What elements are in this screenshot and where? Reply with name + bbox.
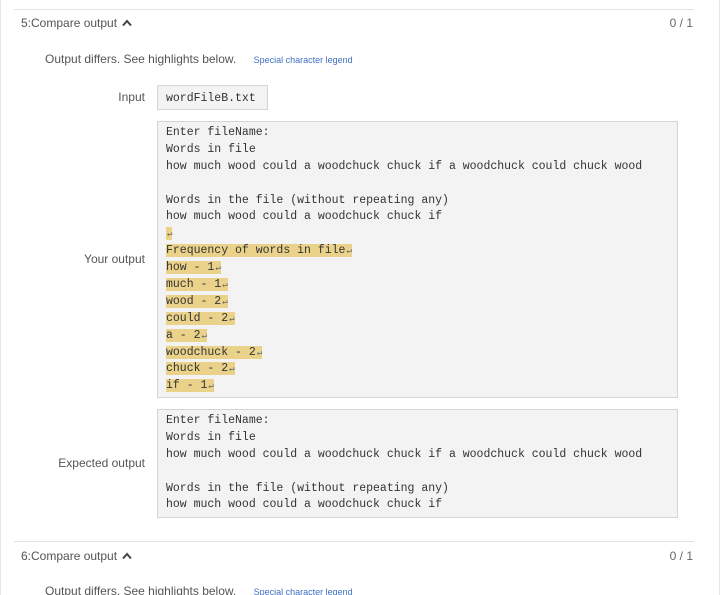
your-output-label: Your output (84, 252, 145, 266)
line-text: wood - 2 (166, 294, 222, 308)
input-value: wordFileB.txt (166, 92, 256, 105)
your-output-line (166, 176, 669, 193)
newline-marker-icon: ↵ (201, 330, 207, 341)
highlighted-diff-text: could - 2↵ (166, 311, 235, 325)
expected-output-line (166, 464, 669, 481)
your-output-line: if - 1↵ (166, 378, 669, 395)
expected-output-line: how much wood could a woodchuck chuck if… (166, 447, 643, 461)
special-character-legend-link[interactable]: Special character legend (254, 55, 353, 65)
your-output-line: Words in the file (without repeating any… (166, 193, 669, 210)
newline-marker-icon: ↵ (222, 296, 228, 307)
line-text: if - 1 (166, 379, 208, 393)
newline-marker-icon: ↵ (256, 347, 263, 358)
your-output-line: much - 1↵ (166, 277, 669, 294)
line-text: a - 2 (166, 328, 201, 342)
output-text: Enter fileName: (166, 126, 270, 139)
line-text: how much wood could a woodchuck chuck if… (166, 159, 643, 173)
your-output-line: ↵ (166, 226, 669, 243)
your-output-box: Enter fileName: Words in file how much woo… (157, 121, 678, 398)
test-5-toggle[interactable]: 5:Compare output (21, 16, 132, 30)
your-output-line: a - 2↵ (166, 328, 669, 345)
test-5-title: 5:Compare output (21, 16, 118, 30)
your-output-line: could - 2↵ (166, 311, 669, 328)
divider (14, 541, 694, 542)
line-text: how much wood could a woodchuck chuck if (166, 210, 443, 224)
newline-marker-icon: ↵ (208, 381, 214, 392)
highlighted-diff-text: woodchuck - 2↵ (166, 345, 263, 359)
highlighted-diff-text: much - 1↵ (166, 278, 228, 292)
test-5-status-text: Output differs. See highlights below. (45, 52, 237, 66)
line-text: woodchuck - 2 (166, 345, 256, 359)
expected-output-line: Words in the file (without repeating any… (166, 481, 449, 495)
newline-marker-icon: ↵ (346, 246, 352, 257)
line-text: Words in file (166, 142, 256, 156)
highlighted-diff-text: how - 1↵ (166, 261, 221, 275)
your-output-line: how much wood could a woodchuck chuck if… (166, 159, 669, 176)
highlighted-diff-text: ↵ (166, 227, 173, 241)
expected-output-line: Enter fileName: (166, 414, 270, 427)
your-output-line: Words in file (166, 142, 669, 159)
expected-output-line: Words in file (166, 430, 256, 444)
your-output-line: woodchuck - 2↵ (166, 345, 669, 362)
test-5-score: 0 / 1 (669, 16, 693, 30)
highlighted-diff-text: if - 1↵ (166, 379, 214, 393)
line-text: much - 1 (166, 278, 222, 292)
newline-marker-icon: ↵ (229, 364, 235, 375)
your-output-line: how - 1↵ (166, 260, 669, 277)
your-output-line: Enter fileName: (166, 125, 669, 142)
highlighted-diff-text: Frequency of words in file↵ (166, 244, 352, 258)
input-box: wordFileB.txt (157, 85, 268, 110)
newline-marker-icon: ↵ (215, 263, 221, 274)
line-text: Words in the file (without repeating any… (166, 193, 449, 207)
line-text: chuck - 2 (166, 362, 229, 376)
chevron-up-icon (122, 552, 132, 560)
highlighted-diff-text: wood - 2↵ (166, 294, 228, 308)
input-label: Input (118, 90, 145, 104)
highlighted-diff-text: chuck - 2↵ (166, 362, 235, 376)
your-output-line: chuck - 2↵ (166, 361, 669, 378)
test-6-score: 0 / 1 (669, 549, 693, 563)
output-text: how much wood could a woodchuck chuck if… (166, 160, 642, 173)
line-text: Enter fileName: (166, 126, 270, 139)
test-results-panel: 5:Compare output 0 / 1 Output differs. S… (0, 0, 720, 595)
expected-output-line: how much wood could a woodchuck chuck if (166, 498, 443, 512)
newline-marker-icon: ↵ (222, 280, 228, 291)
test-6-toggle[interactable]: 6:Compare output (21, 549, 132, 563)
output-text: Words in the file (without repeating any… (166, 194, 449, 207)
highlighted-diff-text: a - 2↵ (166, 328, 207, 342)
expected-output-label: Expected output (58, 456, 145, 470)
test-5-header: 5:Compare output 0 / 1 (21, 16, 693, 34)
line-text: how - 1 (166, 261, 215, 275)
divider (14, 9, 694, 10)
your-output-line: Frequency of words in file↵ (166, 243, 669, 260)
your-output-line: wood - 2↵ (166, 294, 669, 311)
newline-marker-icon: ↵ (167, 229, 173, 240)
test-6-status-text: Output differs. See highlights below. (45, 584, 237, 595)
newline-marker-icon: ↵ (229, 313, 235, 324)
special-character-legend-link[interactable]: Special character legend (254, 587, 353, 595)
test-6-header: 6:Compare output 0 / 1 (21, 549, 693, 567)
chevron-up-icon (122, 19, 132, 27)
expected-output-box: Enter fileName: Words in file how much woo… (157, 409, 678, 518)
line-text: could - 2 (166, 311, 229, 325)
test-6-title: 6:Compare output (21, 549, 118, 563)
your-output-line: how much wood could a woodchuck chuck if (166, 209, 669, 226)
test-5-status: Output differs. See highlights below. Sp… (45, 52, 353, 66)
line-text: Frequency of words in file (166, 244, 346, 258)
test-6-status: Output differs. See highlights below. Sp… (45, 584, 353, 595)
output-text: Words in file (166, 143, 256, 156)
output-text: how much wood could a woodchuck chuck if (166, 210, 442, 223)
